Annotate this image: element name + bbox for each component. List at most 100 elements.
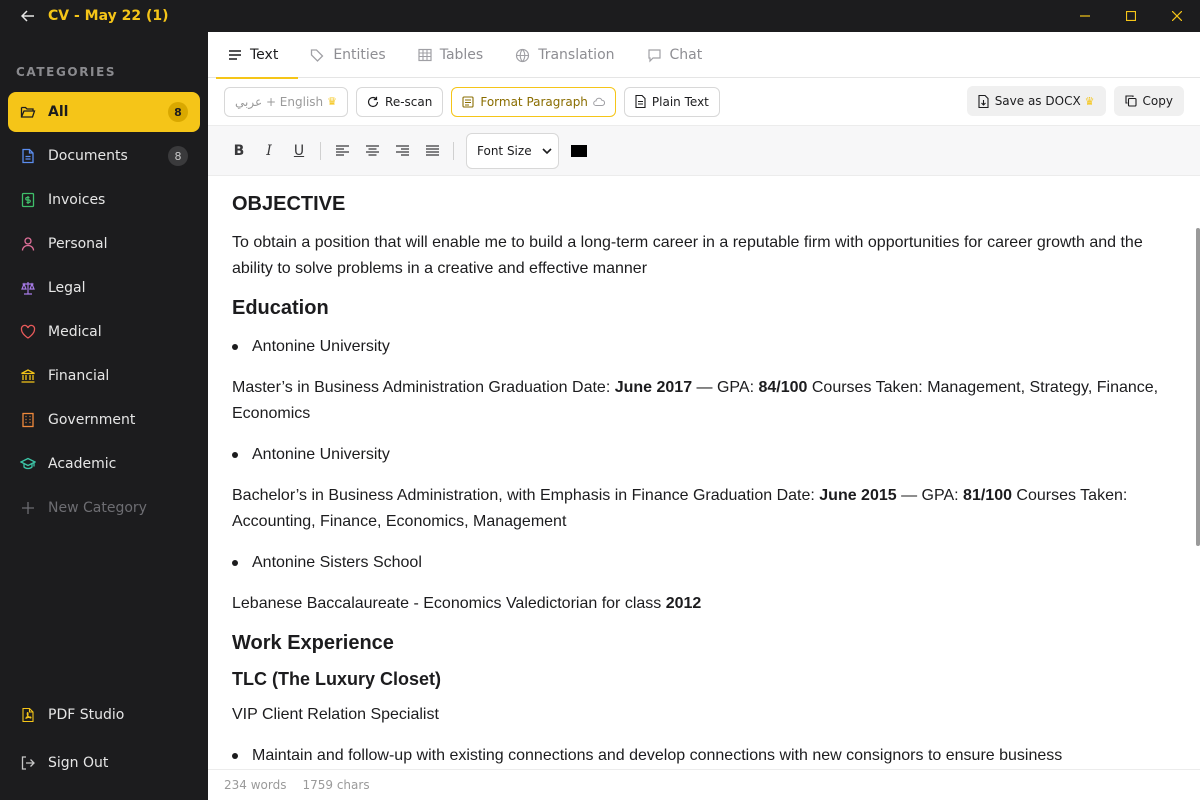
paragraph: Master’s in Business Administration Grad…	[232, 379, 1159, 422]
align-center-button[interactable]	[357, 136, 387, 166]
window-title: CV - May 22 (1)	[48, 8, 169, 24]
text-color-swatch[interactable]	[570, 144, 587, 157]
format-paragraph-button[interactable]: Format Paragraph	[451, 86, 616, 117]
save-as-docx-button[interactable]: Save as DOCX ♛	[966, 86, 1106, 116]
paragraph: Lebanese Baccalaureate - Economics Valed…	[232, 595, 702, 612]
categories-heading: CATEGORIES	[16, 65, 117, 79]
list-item: Antonine University	[232, 442, 1170, 468]
back-button[interactable]	[8, 0, 48, 32]
sidebar: CATEGORIES All 8 Documents 8 Invoices Pe…	[0, 32, 208, 800]
sidebar-item-all[interactable]: All 8	[8, 92, 200, 132]
justify-button[interactable]	[417, 136, 447, 166]
word-count: 234 words	[224, 778, 287, 792]
divider	[453, 141, 454, 160]
file-download-icon	[978, 94, 989, 108]
sidebar-item-label: Financial	[48, 368, 110, 384]
tab-label: Tables	[439, 47, 484, 63]
chevron-down-icon	[542, 144, 552, 158]
objective-text: To obtain a position that will enable me…	[232, 234, 1143, 277]
pdf-studio-button[interactable]: PDF Studio	[8, 695, 200, 735]
pdf-file-icon	[20, 707, 36, 723]
scrollbar-thumb[interactable]	[1196, 228, 1200, 546]
paragraph-icon	[462, 95, 474, 108]
folder-open-icon	[20, 104, 36, 120]
document-icon	[20, 148, 36, 164]
font-size-select[interactable]: Font Size	[466, 132, 559, 169]
sidebar-item-legal[interactable]: Legal	[8, 268, 200, 308]
scales-icon	[20, 280, 36, 296]
rescan-button[interactable]: Re-scan	[356, 86, 444, 117]
tab-label: Entities	[333, 47, 386, 63]
sidebar-item-label: Legal	[48, 280, 86, 296]
heart-icon	[20, 324, 36, 340]
sidebar-item-label: Personal	[48, 236, 108, 252]
person-icon	[20, 236, 36, 252]
tab-label: Translation	[538, 47, 615, 63]
underline-button[interactable]: U	[284, 136, 314, 166]
tab-translation[interactable]: Translation	[503, 32, 634, 78]
tab-bar: Text Entities Tables Translation Chat	[208, 32, 1200, 79]
list-item: Antonine University	[232, 334, 1170, 360]
cloud-icon	[593, 97, 605, 107]
new-category-button[interactable]: New Category	[8, 488, 200, 528]
tab-entities[interactable]: Entities	[298, 32, 405, 78]
format-toolbar: B I U Font Size	[208, 125, 1200, 176]
new-category-label: New Category	[48, 500, 147, 516]
sidebar-item-label: Academic	[48, 456, 117, 472]
list-item: Maintain and follow-up with existing con…	[232, 743, 1170, 769]
plus-icon	[20, 500, 36, 516]
status-bar: 234 words 1759 chars	[208, 769, 1200, 800]
rescan-label: Re-scan	[385, 94, 433, 109]
window-controls	[1062, 0, 1200, 32]
tab-tables[interactable]: Tables	[406, 32, 504, 78]
sidebar-item-personal[interactable]: Personal	[8, 224, 200, 264]
language-select[interactable]: عربي + English ♛	[224, 86, 349, 117]
file-text-icon	[635, 95, 646, 108]
sign-out-button[interactable]: Sign Out	[8, 743, 200, 783]
maximize-button[interactable]	[1108, 0, 1154, 32]
refresh-icon	[367, 96, 379, 108]
count-badge: 8	[168, 102, 188, 122]
company-heading: TLC (The Luxury Closet)	[232, 669, 442, 689]
copy-label: Copy	[1142, 94, 1173, 108]
sidebar-item-label: Documents	[48, 148, 128, 164]
toolbar-right: Save as DOCX ♛ Copy	[966, 86, 1184, 116]
invoice-icon	[20, 192, 36, 208]
align-left-button[interactable]	[327, 136, 357, 166]
building-icon	[20, 412, 36, 428]
align-justify-icon	[425, 145, 439, 156]
lines-icon	[228, 48, 242, 62]
sidebar-item-government[interactable]: Government	[8, 400, 200, 440]
education-heading: Education	[232, 297, 329, 319]
copy-button[interactable]: Copy	[1113, 86, 1184, 116]
crown-icon: ♛	[1084, 94, 1095, 108]
close-button[interactable]	[1154, 0, 1200, 32]
minimize-icon	[1080, 15, 1090, 17]
sidebar-item-financial[interactable]: Financial	[8, 356, 200, 396]
globe-icon	[515, 48, 530, 63]
plain-text-button[interactable]: Plain Text	[623, 86, 720, 117]
sign-out-icon	[20, 755, 36, 771]
sidebar-item-invoices[interactable]: Invoices	[8, 180, 200, 220]
sidebar-item-documents[interactable]: Documents 8	[8, 136, 200, 176]
pdf-studio-label: PDF Studio	[48, 707, 125, 723]
copy-icon	[1124, 95, 1137, 107]
main-panel: Text Entities Tables Translation Chat عر…	[208, 32, 1200, 800]
italic-button[interactable]: I	[254, 136, 284, 166]
chat-icon	[647, 48, 662, 63]
minimize-button[interactable]	[1062, 0, 1108, 32]
close-icon	[1172, 11, 1182, 21]
title-bar: CV - May 22 (1)	[0, 0, 1200, 32]
document-content[interactable]: OBJECTIVE To obtain a position that will…	[208, 177, 1194, 769]
align-right-button[interactable]	[387, 136, 417, 166]
sidebar-item-medical[interactable]: Medical	[8, 312, 200, 352]
tag-icon	[310, 48, 325, 63]
sidebar-item-academic[interactable]: Academic	[8, 444, 200, 484]
bold-button[interactable]: B	[224, 136, 254, 166]
tab-chat[interactable]: Chat	[635, 32, 723, 78]
category-list: All 8 Documents 8 Invoices Personal Lega…	[8, 92, 200, 532]
arrow-left-icon	[21, 10, 34, 22]
sidebar-item-label: Medical	[48, 324, 102, 340]
tab-label: Text	[250, 47, 279, 63]
tab-text[interactable]: Text	[216, 32, 299, 79]
